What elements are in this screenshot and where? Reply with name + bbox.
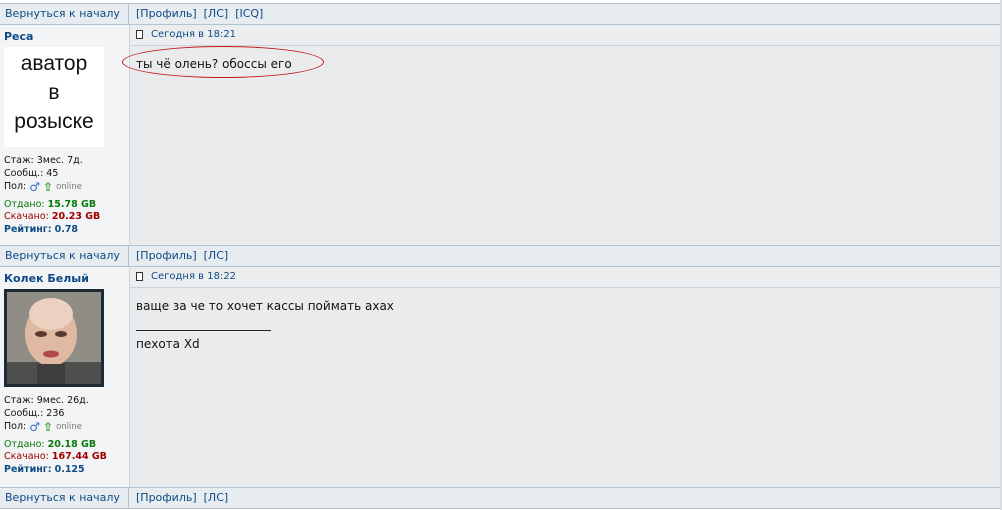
post-nav-row: Вернуться к началу [Профиль] [ЛС] xyxy=(0,245,1000,267)
online-status: online xyxy=(56,422,82,432)
forum-thread: Вернуться к началу [Профиль] [ЛС] [ICQ] Ре… xyxy=(0,0,1002,510)
post-nav-row: Вернуться к началу [Профиль] [ЛС] [ICQ] xyxy=(0,3,1000,25)
icq-link[interactable]: [ICQ] xyxy=(235,7,263,20)
post-body: Сегодня в 18:21 ты чё олень? обоссы его xyxy=(122,25,1000,245)
author-experience: Стаж: 9мес. 26д. xyxy=(4,395,89,406)
downloaded-label: Скачано: xyxy=(4,451,49,462)
profile-link[interactable]: [Профиль] xyxy=(136,249,197,262)
post-date: Сегодня в 18:22 xyxy=(151,271,237,282)
uploaded-value: 20.18 GB xyxy=(47,438,97,450)
author-messages: Сообщ.: 236 xyxy=(4,407,65,419)
pm-link[interactable]: [ЛС] xyxy=(204,249,229,262)
author-messages: Сообщ.: 45 xyxy=(4,167,59,179)
pm-link[interactable]: [ЛС] xyxy=(204,7,229,20)
downloaded-value: 20.23 GB xyxy=(51,211,101,222)
post-date: Сегодня в 18:21 xyxy=(151,29,237,40)
rating-label: Рейтинг: xyxy=(4,463,52,475)
signature-divider xyxy=(136,330,271,331)
author-stats: Стаж: 3мес. 7д. Сообщ.: 45 Пол: ♂ ⇧ onli… xyxy=(4,155,129,236)
rating-value: 0.125 xyxy=(54,463,85,475)
post-icon[interactable] xyxy=(136,30,143,39)
post-signature: пехота Xd xyxy=(136,337,200,351)
uploaded-label: Отдано: xyxy=(4,198,45,210)
post-body: Сегодня в 18:22 ваще за че то хочет касс… xyxy=(130,267,1000,487)
avatar-text-line: в xyxy=(48,81,60,104)
profile-link[interactable]: [Профиль] xyxy=(136,7,197,20)
male-icon: ♂ xyxy=(29,420,40,435)
back-to-top-link[interactable]: Вернуться к началу xyxy=(5,491,120,504)
post-author-panel: Колек Белый Стаж: 9мес. 26д. Сообщ.: 236 xyxy=(0,267,130,487)
pm-link[interactable]: [ЛС] xyxy=(204,491,229,504)
post-author-panel: Реса аватор в розыске Стаж: 3мес. 7д. Со… xyxy=(0,25,130,245)
male-icon: ♂ xyxy=(29,180,40,195)
gender-label: Пол: xyxy=(4,181,27,192)
forum-post: Реса аватор в розыске Стаж: 3мес. 7д. Со… xyxy=(0,25,1000,245)
post-header: Сегодня в 18:21 xyxy=(130,25,1000,46)
online-status: online xyxy=(56,182,82,192)
back-to-top-link[interactable]: Вернуться к началу xyxy=(5,7,120,20)
rating-value: 0.78 xyxy=(54,223,79,235)
forum-post: Колек Белый Стаж: 9мес. 26д. Сообщ.: 236 xyxy=(0,267,1000,487)
post-icon[interactable] xyxy=(136,272,143,281)
author-experience: Стаж: 3мес. 7д. xyxy=(4,155,83,166)
avatar-text-line: розыске xyxy=(14,110,94,133)
avatar: аватор в розыске xyxy=(4,47,104,147)
downloaded-label: Скачано: xyxy=(4,211,49,222)
avatar-photo-image xyxy=(7,292,101,384)
avatar-text-line: аватор xyxy=(20,52,88,75)
post-nav-row: Вернуться к началу [Профиль] [ЛС] xyxy=(0,487,1000,509)
online-arrow-icon: ⇧ xyxy=(43,420,54,435)
gender-label: Пол: xyxy=(4,421,27,432)
rating-label: Рейтинг: xyxy=(4,223,52,235)
back-to-top-link[interactable]: Вернуться к началу xyxy=(5,249,120,262)
highlight-circle xyxy=(122,46,324,78)
author-username[interactable]: Колек Белый xyxy=(4,272,129,285)
uploaded-value: 15.78 GB xyxy=(47,198,97,210)
post-header: Сегодня в 18:22 xyxy=(130,267,1000,288)
author-stats: Стаж: 9мес. 26д. Сообщ.: 236 Пол: ♂ ⇧ on… xyxy=(4,395,129,476)
downloaded-value: 167.44 GB xyxy=(51,451,107,462)
uploaded-label: Отдано: xyxy=(4,438,45,450)
online-arrow-icon: ⇧ xyxy=(43,180,54,195)
author-username[interactable]: Реса xyxy=(4,30,129,43)
profile-link[interactable]: [Профиль] xyxy=(136,491,197,504)
post-message: ваще за че то хочет кассы поймать ахах xyxy=(136,299,394,313)
avatar xyxy=(4,289,104,387)
